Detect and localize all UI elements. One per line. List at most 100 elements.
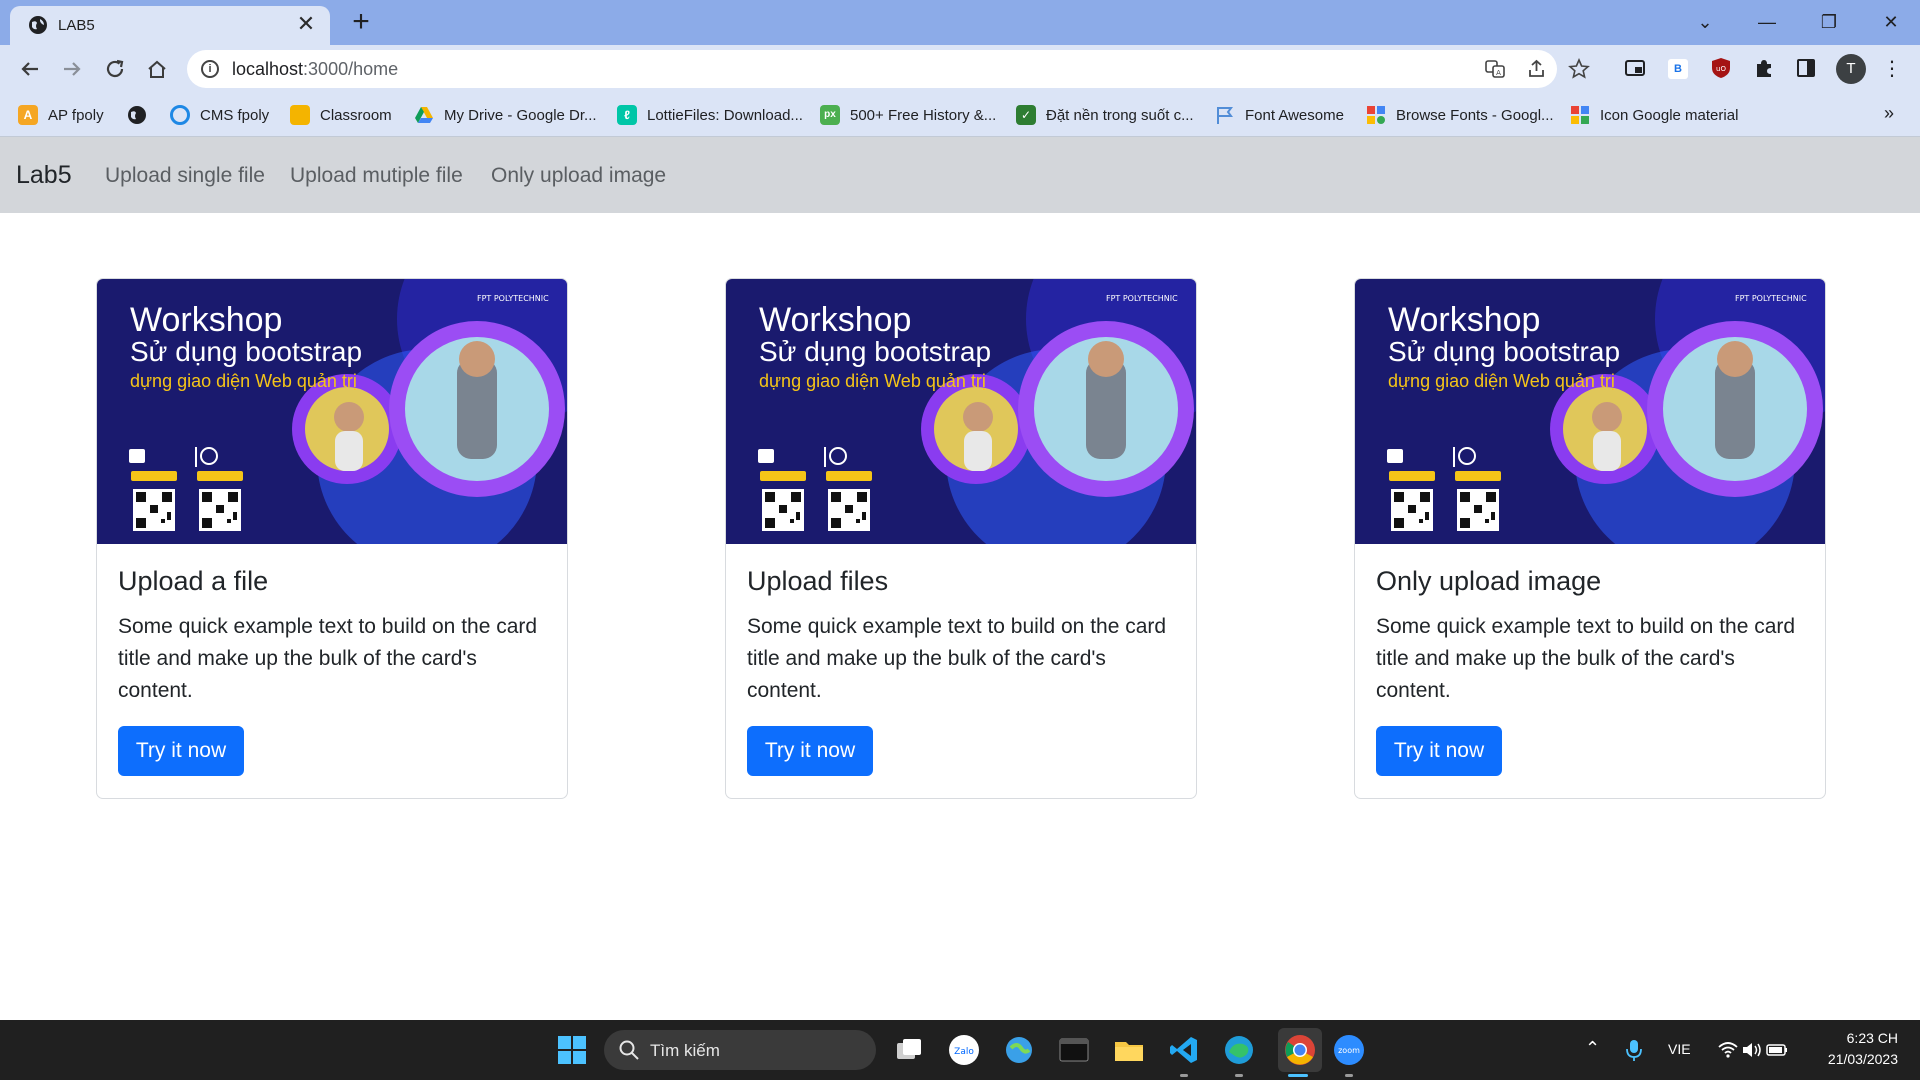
svg-text:FPT POLYTECHNIC: FPT POLYTECHNIC xyxy=(1735,294,1807,303)
globe-icon xyxy=(128,106,146,124)
profile-avatar[interactable]: T xyxy=(1836,54,1866,84)
system-tray-status[interactable] xyxy=(1717,1038,1789,1062)
taskbar-date[interactable]: 21/03/2023 xyxy=(1816,1051,1898,1067)
bookmark-my-drive[interactable]: My Drive - Google Dr... xyxy=(414,103,597,127)
card-3: FPT POLYTECHNIC Workshop Sử dụng bootstr… xyxy=(1354,278,1826,799)
try-it-now-button[interactable]: Try it now xyxy=(747,726,873,776)
bookmark-dat-nen[interactable]: ✓ Đặt nền trong suốt c... xyxy=(1016,103,1194,127)
poster-title: Workshop xyxy=(1388,301,1541,339)
classroom-icon xyxy=(290,105,310,125)
wifi-icon xyxy=(1718,1042,1738,1058)
poster-subtitle: Sử dụng bootstrap xyxy=(1388,336,1621,367)
try-it-now-button[interactable]: Try it now xyxy=(118,726,244,776)
chrome-active-indicator xyxy=(1288,1074,1308,1077)
taskbar-time[interactable]: 6:23 CH xyxy=(1838,1030,1898,1046)
svg-text:FPT POLYTECHNIC: FPT POLYTECHNIC xyxy=(477,294,549,303)
restore-button[interactable]: ❐ xyxy=(1814,8,1844,36)
bookmark-google-fonts[interactable]: Browse Fonts - Googl... xyxy=(1366,103,1554,127)
bookmark-star-icon[interactable] xyxy=(1567,57,1591,82)
bookmark-cms-fpoly[interactable]: CMS fpoly xyxy=(170,103,269,127)
poster-title: Workshop xyxy=(759,301,912,339)
arrow-left-icon xyxy=(21,62,38,76)
tab-close-icon[interactable]: ✕ xyxy=(294,12,318,36)
zoom-icon[interactable]: zoom xyxy=(1333,1034,1365,1066)
poster-tagline: dựng giao diện Web quản trị xyxy=(130,371,357,391)
tab-strip: LAB5 ✕ + ⌄ — ❐ ✕ xyxy=(0,0,1920,45)
page-navbar: Lab5 Upload single file Upload mutiple f… xyxy=(0,137,1920,213)
browser-toolbar: i localhost:3000/home A B uO T ⋮ xyxy=(0,45,1920,93)
nav-link-upload-single[interactable]: Upload single file xyxy=(105,164,265,188)
bookmark-classroom[interactable]: Classroom xyxy=(290,103,392,127)
home-icon xyxy=(148,60,166,78)
ublock-icon[interactable]: uO xyxy=(1709,57,1733,81)
site-info-icon[interactable]: i xyxy=(201,60,219,78)
navbar-brand[interactable]: Lab5 xyxy=(16,161,72,190)
bookmark-ap-fpoly[interactable]: A AP fpoly xyxy=(18,103,104,127)
vscode-icon[interactable] xyxy=(1168,1034,1200,1066)
svg-text:zoom: zoom xyxy=(1338,1046,1360,1055)
terminal-icon[interactable] xyxy=(1058,1034,1090,1066)
tray-overflow-icon[interactable]: ⌃ xyxy=(1585,1038,1600,1059)
bookmarks-overflow-icon[interactable]: » xyxy=(1884,103,1894,124)
card-text: Some quick example text to build on the … xyxy=(1376,615,1796,702)
minimize-button[interactable]: — xyxy=(1752,8,1782,36)
battery-icon xyxy=(1766,1044,1787,1056)
forward-button[interactable] xyxy=(56,53,88,85)
weather-widget-icon[interactable] xyxy=(1003,1034,1035,1066)
tab-search-icon[interactable]: ⌄ xyxy=(1690,8,1720,36)
chrome-icon[interactable] xyxy=(1278,1028,1322,1072)
flag-icon xyxy=(1217,107,1233,124)
tab-title: LAB5 xyxy=(58,17,95,34)
extensions-puzzle-icon[interactable] xyxy=(1752,57,1776,81)
url-text[interactable]: localhost:3000/home xyxy=(232,59,398,80)
search-icon xyxy=(619,1040,639,1060)
reload-button[interactable] xyxy=(99,53,131,85)
svg-text:uO: uO xyxy=(1716,65,1726,73)
extension-b-icon[interactable]: B xyxy=(1666,57,1690,81)
back-button[interactable] xyxy=(14,53,46,85)
arrow-right-icon xyxy=(64,62,81,76)
nav-link-upload-multiple[interactable]: Upload mutiple file xyxy=(290,164,463,188)
side-panel-icon[interactable] xyxy=(1794,57,1818,81)
card-title: Upload a file xyxy=(118,566,269,596)
close-window-button[interactable]: ✕ xyxy=(1876,8,1906,36)
bookmark-500-history[interactable]: px 500+ Free History &... xyxy=(820,103,996,127)
translate-icon[interactable]: A xyxy=(1483,58,1507,82)
bookmark-font-awesome[interactable]: Font Awesome xyxy=(1215,103,1344,127)
bookmark-globe[interactable] xyxy=(127,103,147,127)
input-language[interactable]: VIE xyxy=(1668,1041,1691,1057)
card-text: Some quick example text to build on the … xyxy=(747,615,1167,702)
bookmarks-bar: A AP fpoly CMS fpoly Classroom My Drive -… xyxy=(0,93,1920,137)
card-text: Some quick example text to build on the … xyxy=(118,615,538,702)
new-tab-button[interactable]: + xyxy=(346,7,376,38)
nav-link-only-image[interactable]: Only upload image xyxy=(491,164,666,188)
picture-in-picture-icon[interactable] xyxy=(1623,57,1647,81)
taskbar-search[interactable]: Tìm kiếm xyxy=(604,1030,876,1070)
card-body: Upload a file Some quick example text to… xyxy=(118,566,548,707)
task-view-icon[interactable] xyxy=(893,1034,925,1066)
card-2: FPT POLYTECHNIC Workshop Sử dụng bootstr… xyxy=(725,278,1197,799)
share-icon[interactable] xyxy=(1525,58,1549,82)
home-button[interactable] xyxy=(141,53,173,85)
file-explorer-icon[interactable] xyxy=(1113,1034,1145,1066)
search-placeholder: Tìm kiếm xyxy=(650,1041,720,1060)
poster-title: Workshop xyxy=(130,301,283,339)
windows-start-icon[interactable] xyxy=(556,1034,588,1066)
vscode-running-indicator xyxy=(1180,1074,1188,1077)
card-body: Only upload image Some quick example tex… xyxy=(1376,566,1806,707)
edge-icon[interactable] xyxy=(1223,1034,1255,1066)
px-icon: px xyxy=(820,105,840,125)
menu-kebab-icon[interactable]: ⋮ xyxy=(1880,57,1904,81)
card-image: FPT POLYTECHNIC Workshop Sử dụng bootstr… xyxy=(97,279,567,544)
microphone-icon[interactable] xyxy=(1624,1038,1644,1062)
globe-icon xyxy=(29,16,47,34)
bookmark-icon-google-material[interactable]: Icon Google material xyxy=(1570,103,1738,127)
address-bar[interactable]: i localhost:3000/home A xyxy=(187,50,1590,88)
browser-tab[interactable]: LAB5 ✕ xyxy=(10,6,330,45)
bookmark-lottiefiles[interactable]: ℓ LottieFiles: Download... xyxy=(617,103,803,127)
zalo-icon[interactable]: Zalo xyxy=(948,1034,980,1066)
poster-subtitle: Sử dụng bootstrap xyxy=(759,336,992,367)
tool-icon: ✓ xyxy=(1016,105,1036,125)
try-it-now-button[interactable]: Try it now xyxy=(1376,726,1502,776)
poster-tagline: dựng giao diện Web quản trị xyxy=(759,371,986,391)
